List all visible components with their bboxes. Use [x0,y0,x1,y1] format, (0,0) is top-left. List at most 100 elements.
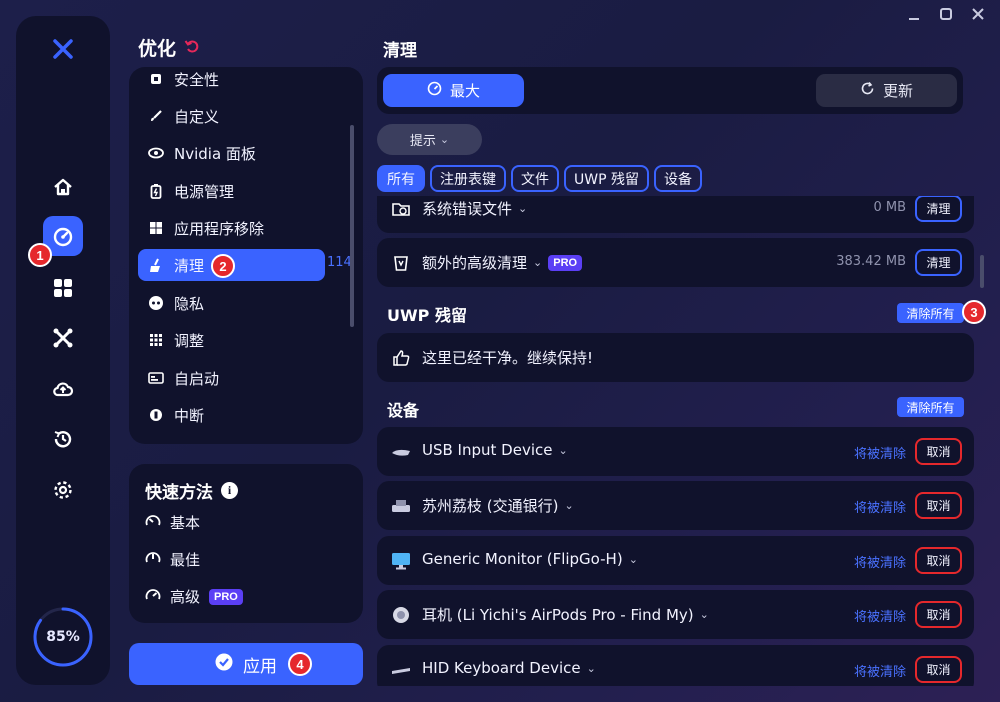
settings-icon[interactable] [43,470,83,510]
device-label[interactable]: Generic Monitor (FlipGo-H) ⌄ [422,550,638,568]
chevron-down-icon: ⌄ [699,608,709,621]
undo-icon[interactable] [184,37,200,59]
pro-badge: PRO [548,254,583,271]
quick-item-basic[interactable]: 基本 [145,512,200,533]
device-status: 将被清除 [853,665,906,680]
maximize-icon[interactable] [938,6,954,22]
cleanup-row-system-errors: 系统错误文件 ⌄ 0 MB 清理 [377,196,974,233]
cleanup-mode-panel: 最大 更新 [377,67,963,114]
window-controls [906,6,986,22]
device-label[interactable]: 耳机 (Li Yichi's AirPods Pro - Find My) ⌄ [422,604,709,625]
apply-label: 应用 [243,656,277,677]
filter-all[interactable]: 所有 [377,165,425,192]
tools-icon[interactable] [43,318,83,358]
device-label[interactable]: 苏州荔枝 (交通银行) ⌄ [422,495,574,516]
nvidia-icon [148,145,164,161]
clean-button[interactable]: 清理 [915,196,962,222]
menu-item-label: 安全性 [174,70,220,89]
monitor-icon [391,551,411,571]
menu-item-label: 自启动 [174,369,220,388]
info-icon[interactable]: i [221,482,238,499]
folder-icon [391,199,411,219]
menu-item-customize[interactable]: 自定义 [138,100,325,132]
menu-item-label: 中断 [174,406,205,425]
uwp-empty-row: 这里已经干净。继续保持! [377,333,974,382]
device-label[interactable]: HID Keyboard Device ⌄ [422,659,596,677]
tips-label: 提示 [409,134,436,149]
keyboard-icon [391,660,411,680]
menu-item-label: Nvidia 面板 [174,144,256,163]
quick-methods-title: 快速方法 i [145,478,238,503]
optimize-menu: 安全性 自定义 Nvidia 面板 电源管理 应用程序移除 清理 114 隐私 … [129,67,363,444]
devices-clear-all-button[interactable]: 清除所有 [897,397,964,417]
menu-item-label: 自定义 [174,107,220,126]
home-icon[interactable] [43,167,83,207]
quick-item-advanced[interactable]: 高级 PRO [145,586,243,607]
printer-icon [391,496,411,516]
row-size: 383.42 MB [836,254,906,269]
cancel-button[interactable]: 取消 [915,492,962,519]
quick-item-label: 基本 [170,514,201,532]
thumbs-up-icon [391,348,411,368]
device-name: Generic Monitor (FlipGo-H) [422,550,623,568]
interrupt-icon [148,407,164,423]
close-icon[interactable] [970,6,986,22]
cloud-upload-icon[interactable] [43,369,83,409]
quick-item-label: 最佳 [170,551,201,569]
cancel-button[interactable]: 取消 [915,547,962,574]
apps-icon[interactable] [43,268,83,308]
menu-scrollbar[interactable] [350,125,354,327]
broom-icon [148,257,164,273]
device-name: HID Keyboard Device [422,659,581,677]
history-icon[interactable] [43,419,83,459]
menu-item-interrupt[interactable]: 中断 [138,399,325,431]
quick-item-best[interactable]: 最佳 [145,549,200,570]
apply-button[interactable]: 应用 [129,643,363,685]
tips-dropdown[interactable]: 提示 ⌄ [377,124,482,155]
nav-rail: 85% [16,16,110,685]
update-button[interactable]: 更新 [816,74,957,107]
uwp-clear-all-button[interactable]: 清除所有 [897,303,964,323]
menu-item-label: 应用程序移除 [174,219,265,238]
step-marker-1: 1 [28,243,52,267]
chevron-down-icon: ⌄ [518,202,528,215]
cancel-button[interactable]: 取消 [915,438,962,465]
list-scrollbar[interactable] [980,255,984,288]
max-button[interactable]: 最大 [383,74,524,107]
row-label-text: 额外的高级清理 [422,254,528,272]
filter-files[interactable]: 文件 [511,165,559,192]
menu-item-privacy[interactable]: 隐私 [138,287,325,319]
cleanup-count: 114 [327,255,352,270]
cancel-button[interactable]: 取消 [915,601,962,628]
uwp-empty-message: 这里已经干净。继续保持! [422,349,594,367]
minimize-icon[interactable] [906,6,922,22]
page-title: 优化 [138,38,177,60]
menu-item-tweaks[interactable]: 调整 [138,324,325,356]
menu-item-security[interactable]: 安全性 [138,67,325,95]
cleanup-title: 清理 [383,41,417,61]
quick-methods-label: 快速方法 [145,483,213,503]
gauge-value: 85% [46,629,80,645]
menu-item-power[interactable]: 电源管理 [138,175,325,207]
device-status: 将被清除 [853,447,906,462]
device-status: 将被清除 [853,501,906,516]
row-label[interactable]: 额外的高级清理 ⌄ PRO [422,252,583,273]
menu-item-nvidia[interactable]: Nvidia 面板 [138,137,325,169]
startup-icon [148,370,164,386]
menu-item-startup[interactable]: 自启动 [138,362,325,394]
cancel-button[interactable]: 取消 [915,656,962,683]
filter-registry[interactable]: 注册表键 [430,165,506,192]
clean-button[interactable]: 清理 [915,249,962,276]
check-circle-icon [215,653,233,676]
speed-low-icon [145,513,161,533]
chevron-down-icon: ⌄ [533,256,543,269]
device-label[interactable]: USB Input Device ⌄ [422,441,568,459]
step-marker-3: 3 [962,300,986,324]
filter-uwp[interactable]: UWP 残留 [564,165,649,192]
row-label[interactable]: 系统错误文件 ⌄ [422,198,527,219]
quick-item-label: 高级 [170,588,201,606]
menu-item-app-removal[interactable]: 应用程序移除 [138,212,325,244]
chevron-down-icon: ⌄ [628,552,638,566]
refresh-icon [860,81,875,100]
filter-devices[interactable]: 设备 [653,165,702,192]
